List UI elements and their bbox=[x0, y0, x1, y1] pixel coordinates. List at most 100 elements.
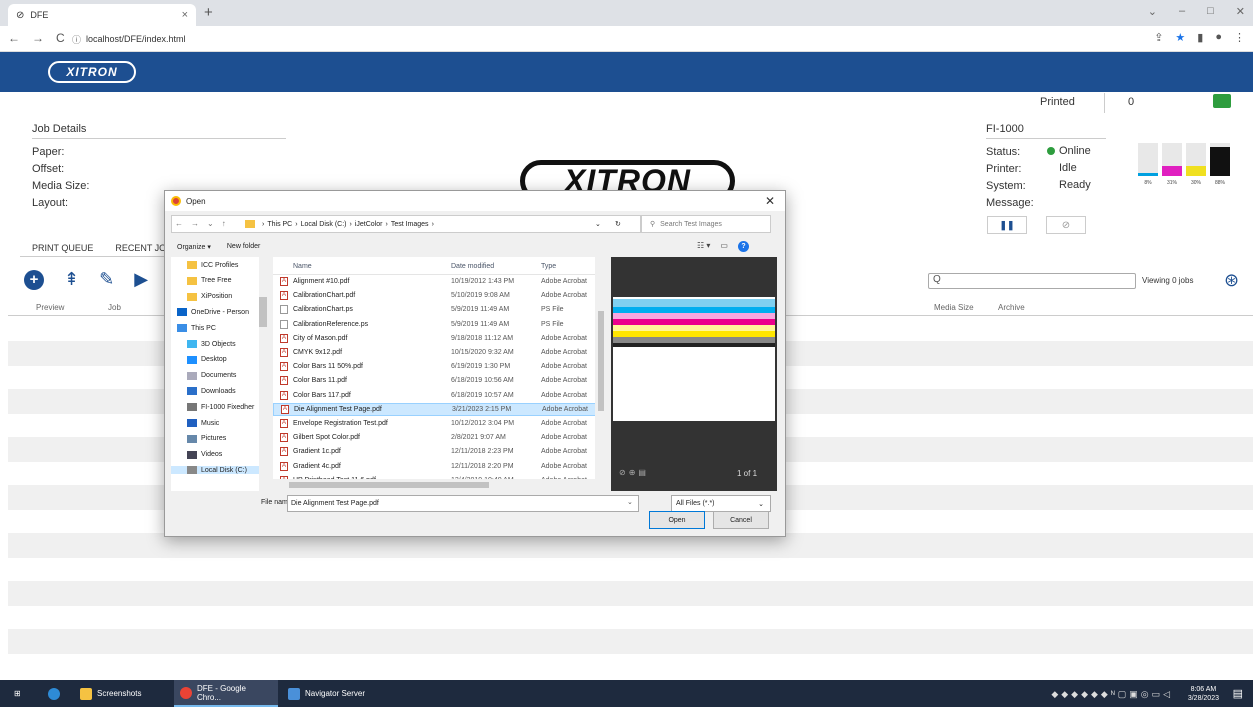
browser-tab[interactable]: ⊘ DFE × bbox=[8, 4, 196, 26]
edit-icon[interactable]: ✎ bbox=[99, 269, 114, 290]
menu-icon[interactable]: ⋮ bbox=[1234, 31, 1245, 44]
horizontal-scroll-thumb[interactable] bbox=[289, 482, 489, 488]
file-row[interactable]: A Envelope Registration Test.pdf 10/12/201… bbox=[273, 417, 607, 430]
dialog-close-button[interactable]: ✕ bbox=[765, 194, 775, 208]
ink-levels bbox=[1138, 143, 1230, 176]
nav-scroll-thumb[interactable] bbox=[259, 297, 267, 327]
column-type[interactable]: Type bbox=[541, 263, 556, 270]
nav-item[interactable]: Tree Free bbox=[187, 276, 231, 285]
preview-controls[interactable]: ⊘⊕▤ bbox=[619, 468, 649, 477]
windows-start-icon[interactable]: ⊞ bbox=[8, 680, 27, 707]
file-row[interactable]: A Alignment #10.pdf 10/19/2012 1:43 PM Adob… bbox=[273, 275, 607, 288]
settings-icon[interactable]: ⊛ bbox=[1224, 270, 1239, 291]
new-tab-button[interactable]: + bbox=[204, 4, 213, 21]
nav-item[interactable]: Videos bbox=[187, 450, 222, 459]
file-row[interactable]: A Color Bars 11.pdf 6/18/2019 10:56 AM Adob… bbox=[273, 374, 607, 387]
close-tab-icon[interactable]: × bbox=[182, 9, 188, 21]
taskbar-navigator-server[interactable]: Navigator Server bbox=[282, 680, 371, 707]
job-search-input[interactable]: Q bbox=[928, 273, 1136, 289]
column-archive[interactable]: Archive bbox=[998, 303, 1025, 312]
file-row[interactable]: A CalibrationChart.pdf 5/10/2019 9:08 AM Ad… bbox=[273, 289, 607, 302]
pdf-icon: A bbox=[280, 333, 288, 343]
file-row[interactable]: A Color Bars 11 50%.pdf 6/19/2019 1:30 PM A… bbox=[273, 360, 607, 373]
nav-item[interactable]: Local Disk (C:) bbox=[171, 466, 259, 475]
notification-icon[interactable]: ▤ bbox=[1233, 687, 1243, 700]
chevron-down-icon[interactable]: ⌄ bbox=[207, 219, 214, 228]
minimize-button[interactable]: – bbox=[1179, 5, 1185, 18]
play-icon[interactable]: ▶ bbox=[134, 269, 148, 290]
breadcrumb-test-images[interactable]: Test Images bbox=[391, 221, 429, 228]
file-row[interactable]: CalibrationChart.ps 5/9/2019 11:49 AM PS F… bbox=[273, 303, 607, 316]
column-job[interactable]: Job bbox=[108, 303, 121, 312]
taskbar-screenshots[interactable]: Screenshots bbox=[74, 680, 147, 707]
file-scroll-thumb[interactable] bbox=[598, 311, 604, 411]
cancel-job-button[interactable]: ⊘ bbox=[1046, 216, 1086, 234]
file-row[interactable]: A Color Bars 117.pdf 6/18/2019 10:57 AM Ado… bbox=[273, 389, 607, 402]
url-field[interactable]: ⓘ localhost/DFE/index.html bbox=[72, 30, 1212, 48]
breadcrumb-local-disk[interactable]: Local Disk (C:) bbox=[301, 221, 347, 228]
nav-item[interactable]: XiPosition bbox=[187, 292, 232, 301]
add-job-icon[interactable]: + bbox=[24, 269, 44, 290]
forward-icon[interactable]: → bbox=[191, 219, 199, 228]
refresh-icon[interactable]: ↻ bbox=[615, 220, 621, 228]
taskbar-chrome[interactable]: DFE - Google Chro... bbox=[174, 680, 278, 707]
view-mode-icon[interactable]: ☷ ▾ bbox=[697, 241, 710, 252]
file-row[interactable]: A Gilbert Spot Color.pdf 2/8/2021 9:07 AM A… bbox=[273, 431, 607, 444]
nav-item[interactable]: Pictures bbox=[187, 434, 226, 443]
file-row[interactable]: A Gradient 4c.pdf 12/11/2018 2:20 PM Adobe … bbox=[273, 460, 607, 473]
upload-icon[interactable]: ⇞ bbox=[64, 269, 79, 290]
nav-item[interactable]: Downloads bbox=[187, 387, 236, 396]
nav-scrollbar[interactable] bbox=[259, 257, 267, 491]
tab-print-queue[interactable]: PRINT QUEUE bbox=[32, 243, 93, 253]
new-folder-button[interactable]: New folder bbox=[227, 243, 260, 251]
dialog-search-input[interactable]: ⚲ Search Test Images bbox=[641, 215, 771, 233]
system-tray[interactable]: ◆◆◆◆◆◆ᴺ▢▣◎▭◁ bbox=[1051, 689, 1173, 700]
up-icon[interactable]: ↑ bbox=[222, 219, 226, 228]
file-row[interactable]: A CMYK 9x12.pdf 10/15/2020 9:32 AM Adobe Ac… bbox=[273, 346, 607, 359]
nav-item[interactable]: Music bbox=[187, 419, 219, 427]
file-row[interactable]: A City of Mason.pdf 9/18/2018 11:12 AM Adob… bbox=[273, 332, 607, 345]
clock[interactable]: 8:06 AM 3/28/2023 bbox=[1188, 685, 1219, 703]
reload-icon[interactable]: C bbox=[56, 31, 65, 45]
edge-icon[interactable] bbox=[42, 680, 66, 707]
nav-item[interactable]: ICC Profiles bbox=[187, 261, 238, 269]
file-row[interactable]: A Die Alignment Test Page.pdf 3/21/2023 2:… bbox=[273, 402, 607, 416]
nav-item[interactable]: This PC bbox=[177, 324, 216, 333]
open-button[interactable]: Open bbox=[649, 511, 705, 529]
breadcrumb-ijetcolor[interactable]: iJetColor bbox=[355, 221, 383, 228]
column-media-size[interactable]: Media Size bbox=[934, 303, 974, 312]
organize-button[interactable]: Organize ▾ bbox=[177, 243, 211, 251]
column-preview[interactable]: Preview bbox=[36, 303, 64, 312]
restore-button[interactable]: □ bbox=[1207, 5, 1214, 18]
tab-search-icon[interactable]: ⌄ bbox=[1148, 5, 1157, 18]
file-row[interactable]: A Gradient 1c.pdf 12/11/2018 2:23 PM Adobe … bbox=[273, 445, 607, 458]
file-type-select[interactable]: All Files (*.*) ⌄ bbox=[671, 495, 771, 512]
ink-bar bbox=[1210, 143, 1230, 176]
back-icon[interactable]: ← bbox=[8, 31, 20, 45]
close-window-button[interactable]: ✕ bbox=[1236, 5, 1245, 18]
nav-item[interactable]: Desktop bbox=[187, 355, 227, 364]
help-icon[interactable]: ? bbox=[737, 241, 749, 252]
column-name[interactable]: Name bbox=[293, 263, 312, 270]
column-date-modified[interactable]: Date modified bbox=[451, 263, 494, 270]
chevron-down-icon[interactable]: ⌄ bbox=[595, 220, 601, 228]
info-icon[interactable]: ⓘ bbox=[72, 33, 81, 46]
preview-pane-icon[interactable]: ▭ bbox=[720, 241, 728, 252]
file-name-input[interactable]: Die Alignment Test Page.pdf bbox=[287, 495, 639, 512]
bookmark-star-icon[interactable]: ★ bbox=[1175, 31, 1185, 44]
nav-item[interactable]: Documents bbox=[187, 371, 236, 380]
cancel-button[interactable]: Cancel bbox=[713, 511, 769, 529]
forward-icon[interactable]: → bbox=[32, 31, 44, 45]
file-row[interactable]: CalibrationReference.ps 5/9/2019 11:49 AM… bbox=[273, 318, 607, 331]
printer-icon[interactable] bbox=[1213, 94, 1231, 108]
sidepanel-icon[interactable]: ▮ bbox=[1197, 31, 1203, 44]
pause-button[interactable]: ❚❚ bbox=[987, 216, 1027, 234]
nav-item[interactable]: FI-1000 Fixedher bbox=[187, 403, 254, 412]
back-icon[interactable]: ← bbox=[175, 219, 183, 228]
nav-item[interactable]: 3D Objects bbox=[187, 340, 236, 348]
breadcrumb-this-pc[interactable]: This PC bbox=[267, 221, 292, 228]
profile-icon[interactable]: ● bbox=[1215, 31, 1222, 44]
nav-item[interactable]: OneDrive - Person bbox=[177, 308, 249, 317]
chevron-down-icon[interactable]: ⌄ bbox=[627, 498, 633, 506]
share-icon[interactable]: ⇪ bbox=[1154, 31, 1163, 44]
